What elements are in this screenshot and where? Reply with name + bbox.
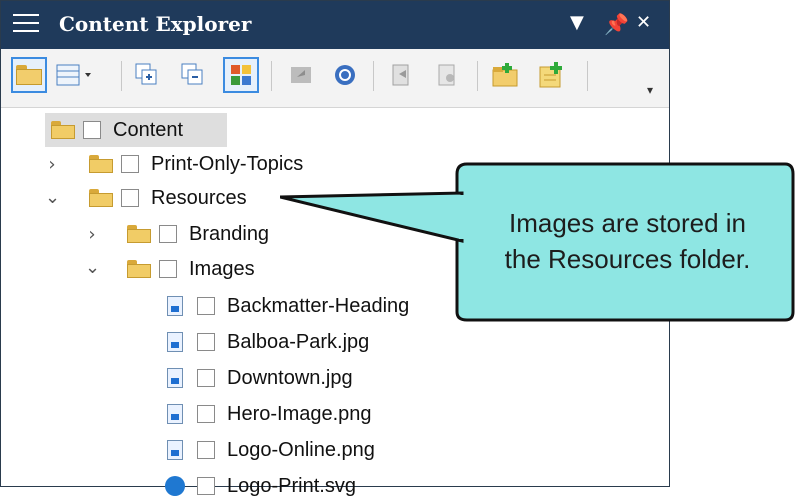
menu-icon[interactable] <box>13 14 39 36</box>
svg-file-icon <box>165 476 185 496</box>
table-icon <box>56 64 91 86</box>
toolbar: ▾ <box>1 49 669 108</box>
tree-label: Content <box>113 118 184 141</box>
checkbox[interactable] <box>197 297 215 315</box>
tree-file-hero-image[interactable]: Hero-Image.png <box>167 397 372 431</box>
tree-label: Images <box>189 257 255 280</box>
checkbox[interactable] <box>197 477 215 495</box>
close-icon[interactable]: ✕ <box>636 12 651 33</box>
checkbox[interactable] <box>159 260 177 278</box>
refresh-button[interactable] <box>327 57 363 93</box>
tree-file-logo-online[interactable]: Logo-Online.png <box>167 433 375 467</box>
tree-file-downtown[interactable]: Downtown.jpg <box>167 361 353 395</box>
title-bar: Content Explorer ▼ 📌 ✕ <box>1 1 669 49</box>
image-file-icon <box>167 296 183 316</box>
tree-root-content[interactable]: Content <box>45 113 227 147</box>
tree-label: Downtown.jpg <box>227 366 353 389</box>
tree-file-backmatter-heading[interactable]: Backmatter-Heading <box>167 289 409 323</box>
tree-label: Balboa-Park.jpg <box>227 330 370 353</box>
collapse-all-button[interactable] <box>175 57 211 93</box>
callout-text: Images are stored in the Resources folde… <box>460 205 795 277</box>
view-options-button[interactable] <box>55 57 95 93</box>
overflow-icon[interactable]: ▾ <box>647 83 653 97</box>
chevron-down-icon[interactable]: ⌄ <box>85 257 100 278</box>
checkbox[interactable] <box>159 225 177 243</box>
callout-pointer <box>280 191 465 243</box>
folder-icon <box>16 65 42 85</box>
send-back-button[interactable] <box>283 57 319 93</box>
checkbox[interactable] <box>83 121 101 139</box>
tree-file-balboa-park[interactable]: Balboa-Park.jpg <box>167 325 369 359</box>
chevron-right-icon[interactable]: › <box>85 224 99 245</box>
tree-label: Resources <box>151 186 247 209</box>
tree-label: Print-Only-Topics <box>151 152 304 175</box>
checkbox[interactable] <box>197 369 215 387</box>
open-folder-button[interactable] <box>11 57 47 93</box>
refresh-icon <box>335 65 355 85</box>
expand-icon <box>135 63 157 85</box>
tree-label: Hero-Image.png <box>227 402 372 425</box>
checkbox[interactable] <box>197 441 215 459</box>
folder-icon <box>51 121 75 139</box>
checkbox[interactable] <box>197 405 215 423</box>
document-icon <box>438 64 455 86</box>
add-file-button[interactable] <box>533 57 569 93</box>
image-file-icon <box>167 368 183 388</box>
folder-icon <box>127 225 151 243</box>
panel-title: Content Explorer <box>59 12 252 36</box>
collapse-icon <box>181 63 203 85</box>
tree-item-branding[interactable]: Branding <box>127 217 269 251</box>
tree-item-print-only-topics[interactable]: Print-Only-Topics <box>89 147 303 181</box>
image-file-icon <box>167 332 183 352</box>
tree-item-images[interactable]: Images <box>127 252 255 286</box>
expand-all-button[interactable] <box>129 57 165 93</box>
tree-label: Backmatter-Heading <box>227 294 410 317</box>
dropdown-icon[interactable]: ▼ <box>570 12 584 33</box>
move-icon <box>291 67 311 83</box>
new-folder-button[interactable] <box>487 57 523 93</box>
pin-icon[interactable]: 📌 <box>604 12 629 36</box>
doc-tools-button[interactable] <box>429 57 465 93</box>
checkbox[interactable] <box>121 155 139 173</box>
add-file-icon <box>539 62 562 88</box>
chevron-down-icon[interactable]: ⌄ <box>45 187 60 208</box>
checkbox[interactable] <box>121 189 139 207</box>
folder-icon <box>89 189 113 207</box>
tree-label: Logo-Print.svg <box>227 474 356 497</box>
tree-label: Logo-Online.png <box>227 438 375 461</box>
new-folder-icon <box>492 63 518 87</box>
color-grid-icon <box>231 65 251 85</box>
file-arrow-icon <box>392 64 409 86</box>
image-file-icon <box>167 440 183 460</box>
folder-icon <box>127 260 151 278</box>
tree-file-logo-print[interactable]: Logo-Print.svg <box>165 469 356 503</box>
color-grid-button[interactable] <box>223 57 259 93</box>
callout-line-2: the Resources folder. <box>504 244 751 274</box>
folder-icon <box>89 155 113 173</box>
tree-item-resources[interactable]: Resources <box>89 181 247 215</box>
checkbox[interactable] <box>197 333 215 351</box>
chevron-right-icon[interactable]: › <box>45 154 59 175</box>
tree-label: Branding <box>189 222 270 245</box>
image-file-icon <box>167 404 183 424</box>
open-file-button[interactable] <box>383 57 419 93</box>
callout-line-1: Images are stored in <box>508 208 746 238</box>
